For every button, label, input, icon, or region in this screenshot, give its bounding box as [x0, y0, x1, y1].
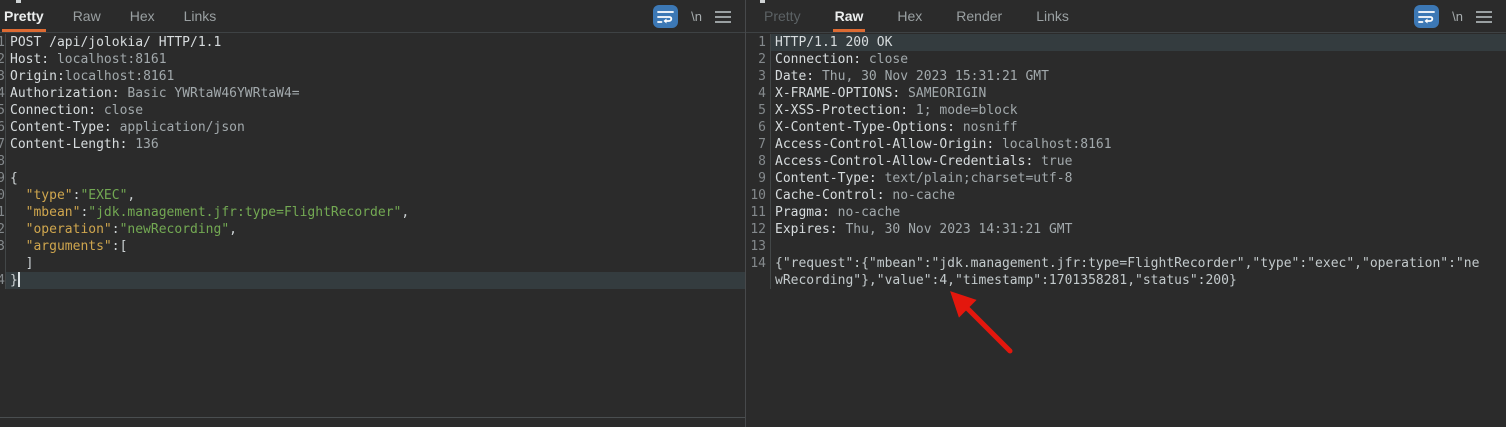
editor-line: 1POST /api/jolokia/ HTTP/1.1 [0, 34, 745, 51]
editor-line: 6X-Content-Type-Options: nosniff [746, 119, 1506, 136]
editor-line: 9{ [0, 170, 745, 187]
editor-line: 5X-XSS-Protection: 1; mode=block [746, 102, 1506, 119]
line-number: 1 [746, 34, 771, 51]
line-number: 13 [746, 238, 771, 255]
editor-line: 9Content-Type: text/plain;charset=utf-8 [746, 170, 1506, 187]
editor-line: 11 "mbean":"jdk.management.jfr:type=Flig… [0, 204, 745, 221]
newline-toggle[interactable]: \n [691, 9, 702, 24]
line-number: 3 [746, 68, 771, 85]
editor-line: 14} [0, 272, 745, 289]
editor-line: 12Expires: Thu, 30 Nov 2023 14:31:21 GMT [746, 221, 1506, 238]
line-number: 9 [746, 170, 771, 187]
line-number: 2 [746, 51, 771, 68]
response-toolbar: \n [1414, 0, 1492, 33]
editor-line: 1HTTP/1.1 200 OK [746, 34, 1506, 51]
tab-hex[interactable]: Hex [128, 0, 157, 32]
tab-hex[interactable]: Hex [895, 0, 924, 32]
editor-line: 13 "arguments":[ [0, 238, 745, 255]
response-tabbar: Pretty Raw Hex Render Links \n [746, 0, 1506, 33]
line-number: 4 [746, 85, 771, 102]
hamburger-menu-icon[interactable] [1476, 11, 1492, 23]
line-number: 10 [746, 187, 771, 204]
line-number: 7 [746, 136, 771, 153]
word-wrap-icon[interactable] [653, 5, 678, 28]
editor-line: 3Date: Thu, 30 Nov 2023 15:31:21 GMT [746, 68, 1506, 85]
editor-line: 5Connection: close [0, 102, 745, 119]
tab-pretty[interactable]: Pretty [762, 0, 803, 32]
line-number [746, 272, 771, 289]
editor-line: 12 "operation":"newRecording", [0, 221, 745, 238]
text-cursor [18, 272, 20, 287]
editor-line: 7Access-Control-Allow-Origin: localhost:… [746, 136, 1506, 153]
editor-line: 8 [0, 153, 745, 170]
editor-line: 13 [746, 238, 1506, 255]
editor-line: 14{"request":{"mbean":"jdk.management.jf… [746, 255, 1506, 272]
editor-line: ] [0, 255, 745, 272]
editor-line: 4X-FRAME-OPTIONS: SAMEORIGIN [746, 85, 1506, 102]
tab-links[interactable]: Links [182, 0, 219, 32]
line-number: 11 [746, 204, 771, 221]
editor-line: wRecording"},"value":4,"timestamp":17013… [746, 272, 1506, 289]
hamburger-menu-icon[interactable] [715, 11, 731, 23]
word-wrap-icon[interactable] [1414, 5, 1439, 28]
newline-toggle[interactable]: \n [1452, 9, 1463, 24]
editor-line: 6Content-Type: application/json [0, 119, 745, 136]
line-number: 14 [746, 255, 771, 272]
word-wrap-glyph [1418, 9, 1435, 24]
request-editor[interactable]: 1POST /api/jolokia/ HTTP/1.12Host: local… [0, 34, 745, 418]
editor-line: 8Access-Control-Allow-Credentials: true [746, 153, 1506, 170]
request-toolbar: \n [653, 0, 731, 33]
editor-line: 11Pragma: no-cache [746, 204, 1506, 221]
editor-line: 4Authorization: Basic YWRtaW46YWRtaW4= [0, 85, 745, 102]
tab-links[interactable]: Links [1034, 0, 1071, 32]
line-number: 12 [746, 221, 771, 238]
editor-line: 7Content-Length: 136 [0, 136, 745, 153]
request-tabbar: Pretty Raw Hex Links \n [0, 0, 745, 33]
tab-render[interactable]: Render [954, 0, 1004, 32]
tab-pretty[interactable]: Pretty [2, 0, 46, 32]
editor-line: 10 "type":"EXEC", [0, 187, 745, 204]
request-panel: Pretty Raw Hex Links \n 1POST /api/jolok… [0, 0, 746, 427]
editor-line: 2Connection: close [746, 51, 1506, 68]
editor-line: 2Host: localhost:8161 [0, 51, 745, 68]
tab-raw[interactable]: Raw [833, 0, 866, 32]
response-panel: Pretty Raw Hex Render Links \n 1HTTP/1.1… [746, 0, 1506, 427]
line-number: 5 [746, 102, 771, 119]
line-number: 6 [746, 119, 771, 136]
editor-line: 10Cache-Control: no-cache [746, 187, 1506, 204]
response-editor[interactable]: 1HTTP/1.1 200 OK2Connection: close3Date:… [746, 34, 1506, 427]
tab-raw[interactable]: Raw [71, 0, 103, 32]
editor-line: 3Origin:localhost:8161 [0, 68, 745, 85]
line-number: 8 [746, 153, 771, 170]
word-wrap-glyph [657, 9, 674, 24]
